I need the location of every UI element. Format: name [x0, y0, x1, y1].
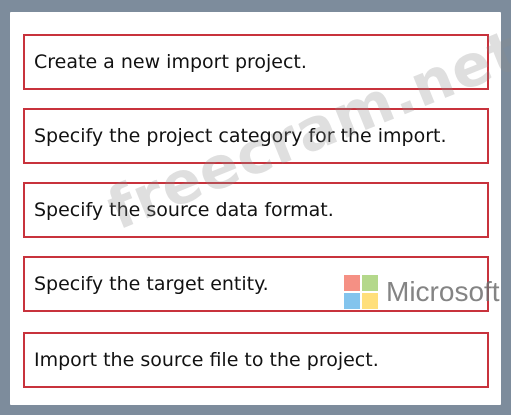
step-item-target-entity[interactable]: Specify the target entity.	[23, 256, 489, 312]
step-label: Specify the source data format.	[34, 199, 334, 221]
answer-panel: Create a new import project. Specify the…	[10, 12, 511, 405]
step-item-source-format[interactable]: Specify the source data format.	[23, 182, 489, 238]
step-label: Create a new import project.	[34, 51, 307, 73]
step-label: Specify the project category for the imp…	[34, 125, 447, 147]
step-label: Import the source file to the project.	[34, 349, 379, 371]
step-item-import-file[interactable]: Import the source file to the project.	[23, 332, 489, 388]
step-item-create-project[interactable]: Create a new import project.	[23, 34, 489, 90]
step-item-project-category[interactable]: Specify the project category for the imp…	[23, 108, 489, 164]
step-label: Specify the target entity.	[34, 273, 269, 295]
